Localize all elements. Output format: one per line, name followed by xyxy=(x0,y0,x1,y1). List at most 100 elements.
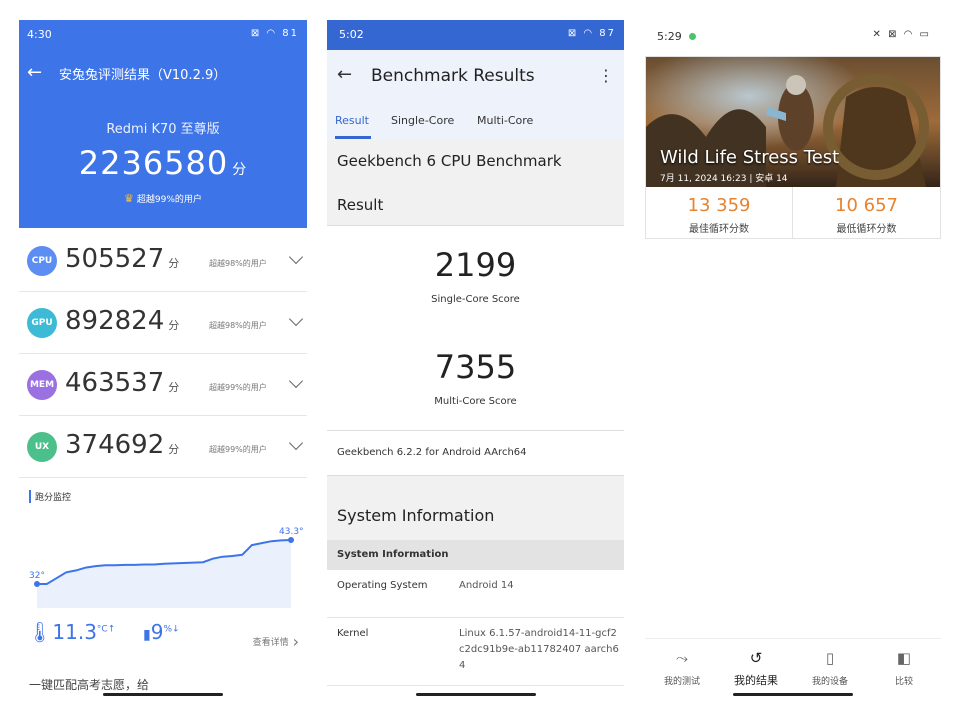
system-info-section: System Information xyxy=(327,476,624,540)
info-value: Android 14 xyxy=(459,580,514,591)
temp-rise-unit: °C↑ xyxy=(96,624,116,635)
result-card[interactable]: Wild Life Stress Test 7月 11, 2024 16:23 … xyxy=(645,56,941,239)
tab-single-core[interactable]: Single-Core xyxy=(391,114,454,127)
nav-label: 我的结果 xyxy=(734,674,778,687)
multi-core-label: Multi-Core Score xyxy=(434,396,517,407)
tab-indicator xyxy=(335,136,371,139)
cpu-score: 505527 分 xyxy=(65,244,179,274)
chevron-down-icon[interactable] xyxy=(288,311,304,327)
geekbench-panel: 5:02 ⊠ ◠ 87 ← Benchmark Results ⋮ Result… xyxy=(327,20,624,700)
gpu-badge-icon: GPU xyxy=(27,308,57,338)
score-row-gpu[interactable]: GPU 892824 分 超越98%的用户 xyxy=(19,292,307,354)
cpu-rank: 超越98%的用户 xyxy=(209,259,267,268)
total-score-value: 2236580 xyxy=(78,144,229,182)
temp-start-label: 32° xyxy=(29,571,45,581)
score-unit: 分 xyxy=(168,443,180,456)
chevron-down-icon[interactable] xyxy=(288,435,304,451)
nav-my-device[interactable]: ▯ 我的设备 xyxy=(793,649,867,688)
status-bar: 5:02 ⊠ ◠ 87 xyxy=(327,20,624,50)
status-dot-icon xyxy=(689,33,696,40)
gpu-score-value: 892824 xyxy=(65,306,165,336)
temp-rise: 🌡11.3°C↑ xyxy=(27,620,115,644)
cpu-badge-icon: CPU xyxy=(27,246,57,276)
score-unit: 分 xyxy=(232,162,248,178)
history-icon: ↺ xyxy=(749,649,763,667)
home-indicator[interactable] xyxy=(733,693,853,696)
view-details-label: 查看详情 xyxy=(252,638,289,648)
chevron-right-icon: › xyxy=(292,632,299,651)
nav-my-tests[interactable]: ⤳ 我的测试 xyxy=(645,649,719,688)
tab-result[interactable]: Result xyxy=(335,114,369,127)
best-loop-score: 13 359 最佳循环分数 xyxy=(646,187,793,239)
back-arrow-icon[interactable]: ← xyxy=(337,64,352,85)
nav-compare[interactable]: ◧ 比较 xyxy=(867,649,941,688)
chevron-down-icon[interactable] xyxy=(288,373,304,389)
page-title: Benchmark Results xyxy=(371,66,535,86)
ux-score-value: 374692 xyxy=(65,430,165,460)
antutu-panel: 4:30 ⊠ ◠ 81 ← 安兔兔评测结果（V10.2.9） Redmi K70… xyxy=(19,20,307,700)
version-info: Geekbench 6.2.2 for Android AArch64 xyxy=(327,430,624,476)
device-name: Redmi K70 至尊版 xyxy=(106,122,220,137)
antutu-header: 4:30 ⊠ ◠ 81 ← 安兔兔评测结果（V10.2.9） Redmi K70… xyxy=(19,20,307,228)
info-row-os: Operating System Android 14 xyxy=(327,570,624,618)
temp-start-point xyxy=(34,581,40,587)
status-time: 5:02 xyxy=(339,28,364,41)
mem-badge-icon: MEM xyxy=(27,370,57,400)
device-icon: ▯ xyxy=(825,649,835,667)
nav-label: 我的测试 xyxy=(663,677,700,687)
battery-icon: ▮ xyxy=(143,627,151,643)
status-icons: ⊠ ◠ 81 xyxy=(250,28,299,39)
bottom-nav: ⤳ 我的测试 ↺ 我的结果 ▯ 我的设备 ◧ 比较 xyxy=(645,638,941,698)
status-icons: ✕ ⊠ ◠ ▭ xyxy=(872,29,931,40)
nav-label: 我的设备 xyxy=(811,677,848,687)
result-label: Result xyxy=(337,196,384,214)
ad-banner-text[interactable]: 一键匹配高考志愿，给 xyxy=(29,676,149,693)
score-unit: 分 xyxy=(168,319,180,332)
best-loop-label: 最佳循环分数 xyxy=(689,224,749,235)
temp-rise-value: 11.3 xyxy=(52,620,97,644)
info-key: Operating System xyxy=(337,580,428,591)
ux-rank: 超越99%的用户 xyxy=(209,445,267,454)
page-title: 安兔兔评测结果（V10.2.9） xyxy=(59,68,227,83)
score-row-cpu[interactable]: CPU 505527 分 超越98%的用户 xyxy=(19,230,307,292)
status-time: 5:29 xyxy=(657,30,682,43)
app-bar: ← Benchmark Results ⋮ Result Single-Core… xyxy=(327,50,624,140)
battery-drop: ▮9%↓ xyxy=(143,620,180,644)
chevron-down-icon[interactable] xyxy=(288,249,304,265)
tab-multi-core[interactable]: Multi-Core xyxy=(477,114,533,127)
home-indicator[interactable] xyxy=(103,693,223,696)
more-menu-icon[interactable]: ⋮ xyxy=(598,66,614,85)
view-details-link[interactable]: 查看详情 › xyxy=(253,632,299,651)
score-row-ux[interactable]: UX 374692 分 超越99%的用户 xyxy=(19,416,307,478)
score-row-mem[interactable]: MEM 463537 分 超越99%的用户 xyxy=(19,354,307,416)
temperature-area xyxy=(37,540,291,608)
test-date: 7月 11, 2024 16:23 | 安卓 14 xyxy=(660,174,788,184)
mem-rank: 超越99%的用户 xyxy=(209,383,267,392)
nav-my-results[interactable]: ↺ 我的结果 xyxy=(719,649,793,688)
test-name: Wild Life Stress Test xyxy=(660,147,840,168)
info-key: Kernel xyxy=(337,628,369,639)
worst-loop-score: 10 657 最低循环分数 xyxy=(793,187,940,239)
multi-core-score: 7355 xyxy=(434,348,517,386)
total-rank-text: 超越99%的用户 xyxy=(136,195,202,205)
cpu-score-value: 505527 xyxy=(65,244,165,274)
thermometer-icon: 🌡 xyxy=(27,620,53,644)
battery-drop-unit: %↓ xyxy=(163,624,180,635)
info-value: Linux 6.1.57-android14-11-gcf2c2dc91b9e-… xyxy=(459,628,619,671)
gpu-score: 892824 分 xyxy=(65,306,179,336)
home-indicator[interactable] xyxy=(415,693,536,696)
temperature-chart: 32° 43.3° xyxy=(29,527,304,608)
system-info-title: System Information xyxy=(337,506,495,525)
mem-score-value: 463537 xyxy=(65,368,165,398)
worst-loop-value: 10 657 xyxy=(835,195,898,216)
threedmark-panel: 5:29 ✕ ⊠ ◠ ▭ Wild Life Stress Test 7月 11… xyxy=(645,20,941,700)
system-info-header: System Information xyxy=(327,540,624,570)
status-time: 4:30 xyxy=(27,28,52,41)
best-loop-value: 13 359 xyxy=(687,195,751,216)
nav-label: 比较 xyxy=(894,677,913,687)
back-arrow-icon[interactable]: ← xyxy=(27,62,42,83)
tests-icon: ⤳ xyxy=(675,649,688,667)
score-unit: 分 xyxy=(168,381,180,394)
crown-icon: ♛ xyxy=(124,192,134,205)
total-rank: ♛ 超越99%的用户 xyxy=(19,192,307,205)
